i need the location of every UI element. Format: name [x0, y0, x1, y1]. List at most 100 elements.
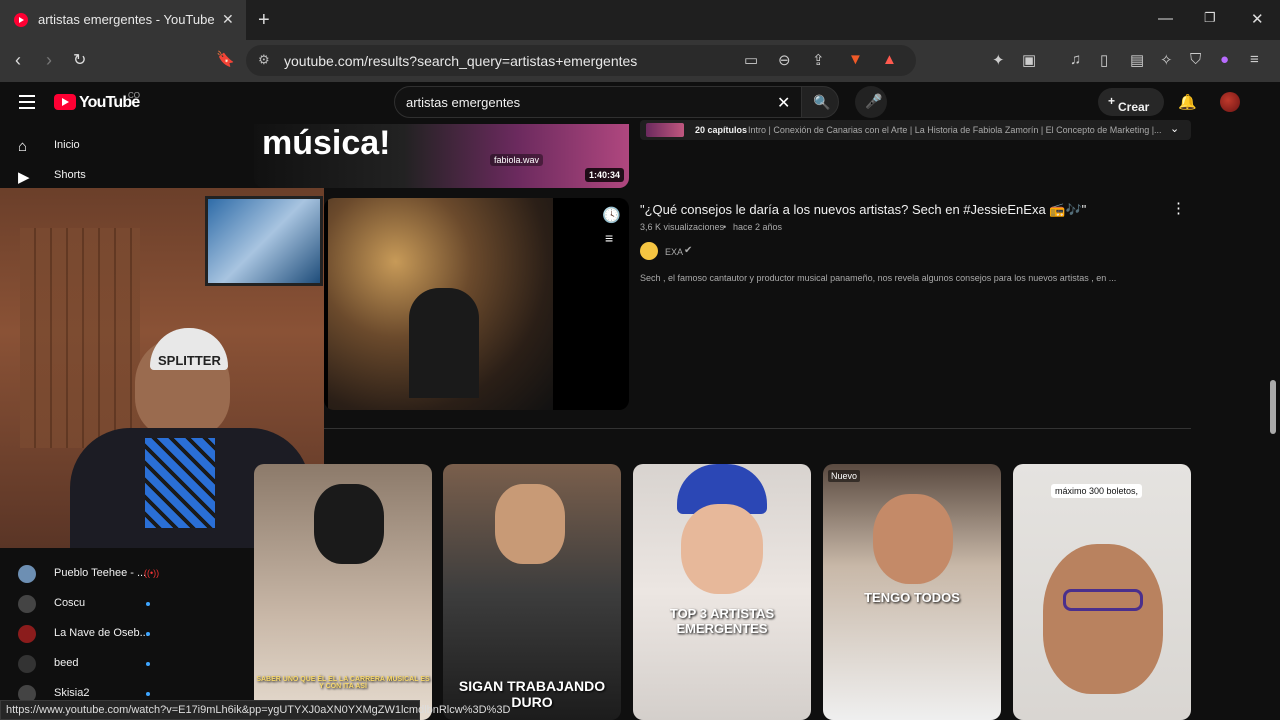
sidebar-item-label: Shorts: [54, 169, 86, 181]
short-overlay-text: máximo 300 boletos,: [1051, 484, 1143, 498]
shorts-icon: ▶: [18, 169, 30, 186]
new-tab-icon[interactable]: +: [258, 9, 270, 32]
add-to-queue-icon[interactable]: ≡: [605, 230, 613, 246]
thumbnail-figure: [409, 288, 479, 398]
chapters-bar[interactable]: 20 capítulos Intro | Conexión de Canaria…: [640, 120, 1191, 140]
wallet-icon[interactable]: ▤: [1130, 51, 1144, 69]
sidebar-item-label: Inicio: [54, 139, 80, 151]
chapters-count: 20 capítulos: [695, 125, 748, 135]
site-info-icon[interactable]: ⚙: [258, 52, 270, 68]
search-input[interactable]: artistas emergentes ✕: [394, 86, 802, 118]
watch-later-icon[interactable]: 🕓: [602, 206, 621, 224]
short-glasses: [1063, 589, 1143, 611]
link-status-bar: https://www.youtube.com/watch?v=E17i9mLh…: [0, 700, 510, 720]
microphone-icon: 🎤: [865, 93, 883, 109]
share-icon[interactable]: ⇪: [812, 51, 825, 69]
brave-rewards-icon[interactable]: ▲: [882, 51, 897, 68]
search-button[interactable]: 🔍: [801, 86, 839, 118]
chapters-text: Intro | Conexión de Canarias con el Arte…: [748, 125, 1162, 135]
reload-icon[interactable]: ↻: [73, 50, 86, 70]
screenshot-icon[interactable]: ▣: [1022, 51, 1036, 69]
new-content-dot: [146, 662, 150, 666]
bookmark-icon[interactable]: 🔖: [216, 50, 235, 68]
vpn-icon[interactable]: ⛉: [1190, 51, 1201, 68]
new-content-dot: [146, 692, 150, 696]
cast-icon[interactable]: ▭: [744, 51, 758, 69]
video-title[interactable]: "¿Qué consejos le daría a los nuevos art…: [640, 202, 1160, 218]
short-overlay-text: TENGO TODOS: [864, 590, 960, 605]
minimize-icon[interactable]: —: [1158, 10, 1173, 27]
video-age: hace 2 años: [733, 222, 783, 232]
short-card[interactable]: SABER UNO QUE ÉL EL LA CARRERA MUSICAL E…: [254, 464, 432, 720]
browser-menu-icon[interactable]: ≡: [1250, 51, 1259, 68]
short-overlay-text: TOP 3 ARTISTAS EMERGENTES: [669, 606, 775, 636]
sidebar-toggle-icon[interactable]: ▯: [1100, 51, 1108, 69]
tab-title: artistas emergentes - YouTube: [38, 12, 215, 27]
page-scrollbar[interactable]: [1270, 380, 1276, 434]
clear-search-icon[interactable]: ✕: [777, 93, 790, 113]
channel-avatar: [18, 595, 36, 613]
create-button[interactable]: + Crear: [1098, 88, 1164, 116]
status-url: https://www.youtube.com/watch?v=E17i9mLh…: [6, 704, 511, 716]
section-divider: [324, 428, 1191, 429]
video-thumbnail[interactable]: música! fabiola.wav 1:40:34: [254, 124, 629, 188]
live-icon: ((•)): [144, 568, 160, 578]
short-figure: [681, 504, 763, 594]
video-thumbnail[interactable]: 🕓 ≡: [324, 198, 629, 410]
country-code: CO: [128, 91, 140, 100]
music-icon[interactable]: ♫: [1070, 51, 1081, 68]
subscription-label: Coscu: [54, 597, 86, 609]
extensions-icon[interactable]: ✦: [992, 51, 1005, 69]
brave-shield-icon[interactable]: ▼: [848, 51, 863, 68]
restore-icon[interactable]: ❐: [1204, 10, 1216, 26]
new-badge: Nuevo: [828, 470, 861, 482]
close-window-icon[interactable]: ✕: [1251, 10, 1264, 28]
chevron-down-icon[interactable]: ⌄: [1170, 122, 1179, 135]
profile-icon[interactable]: ●: [1220, 51, 1229, 68]
thumbnail-text: música!: [262, 124, 391, 162]
short-figure: [1043, 544, 1163, 694]
subscription-label: Pueblo Teehee - ...: [54, 567, 147, 579]
create-label: + Crear: [1108, 94, 1150, 114]
subscription-item[interactable]: Coscu: [0, 589, 252, 619]
chapter-thumbnail: [646, 123, 684, 137]
short-figure: [314, 484, 384, 564]
subscription-item[interactable]: beed: [0, 649, 252, 679]
subscription-label: beed: [54, 657, 79, 669]
thumbnail-watermark: fabiola.wav: [490, 154, 544, 166]
close-tab-icon[interactable]: ✕: [222, 11, 234, 28]
short-card[interactable]: máximo 300 boletos,: [1013, 464, 1191, 720]
subscription-item[interactable]: Pueblo Teehee - ... ((•)): [0, 559, 252, 589]
search-value: artistas emergentes: [406, 95, 521, 110]
youtube-logo-icon[interactable]: [54, 94, 76, 110]
channel-name[interactable]: EXA: [665, 247, 683, 257]
notifications-icon[interactable]: 🔔: [1178, 93, 1197, 111]
account-avatar[interactable]: [1220, 92, 1240, 112]
video-separator: •: [723, 222, 727, 232]
browser-tab[interactable]: artistas emergentes - YouTube ✕: [0, 0, 246, 40]
channel-avatar[interactable]: [640, 242, 658, 260]
short-figure: [873, 494, 953, 584]
short-card[interactable]: TOP 3 ARTISTAS EMERGENTES: [633, 464, 811, 720]
search-icon: 🔍: [813, 94, 831, 110]
url-text: youtube.com/results?search_query=artista…: [284, 53, 638, 69]
channel-avatar: [18, 655, 36, 673]
leo-ai-icon[interactable]: ✧: [1160, 51, 1173, 69]
short-figure: [495, 484, 565, 564]
forward-icon[interactable]: ›: [46, 50, 52, 71]
home-icon: ⌂: [18, 138, 28, 155]
hamburger-menu-icon[interactable]: [19, 95, 35, 109]
new-content-dot: [146, 632, 150, 636]
youtube-favicon-icon: [14, 13, 28, 27]
verified-icon: ✔: [684, 245, 693, 256]
sidebar-item-home[interactable]: ⌂ Inicio: [0, 132, 252, 162]
video-views: 3,6 K visualizaciones: [640, 222, 725, 232]
subscription-label: La Nave de Oseb...: [54, 627, 149, 639]
voice-search-button[interactable]: 🎤: [855, 86, 887, 118]
short-card[interactable]: Nuevo TENGO TODOS: [823, 464, 1001, 720]
subscription-item[interactable]: La Nave de Oseb...: [0, 619, 252, 649]
short-card[interactable]: SIGAN TRABAJANDO DURO: [443, 464, 621, 720]
zoom-icon[interactable]: ⊖: [778, 51, 791, 69]
more-actions-icon[interactable]: ⋮: [1171, 199, 1186, 217]
back-icon[interactable]: ‹: [15, 50, 21, 71]
